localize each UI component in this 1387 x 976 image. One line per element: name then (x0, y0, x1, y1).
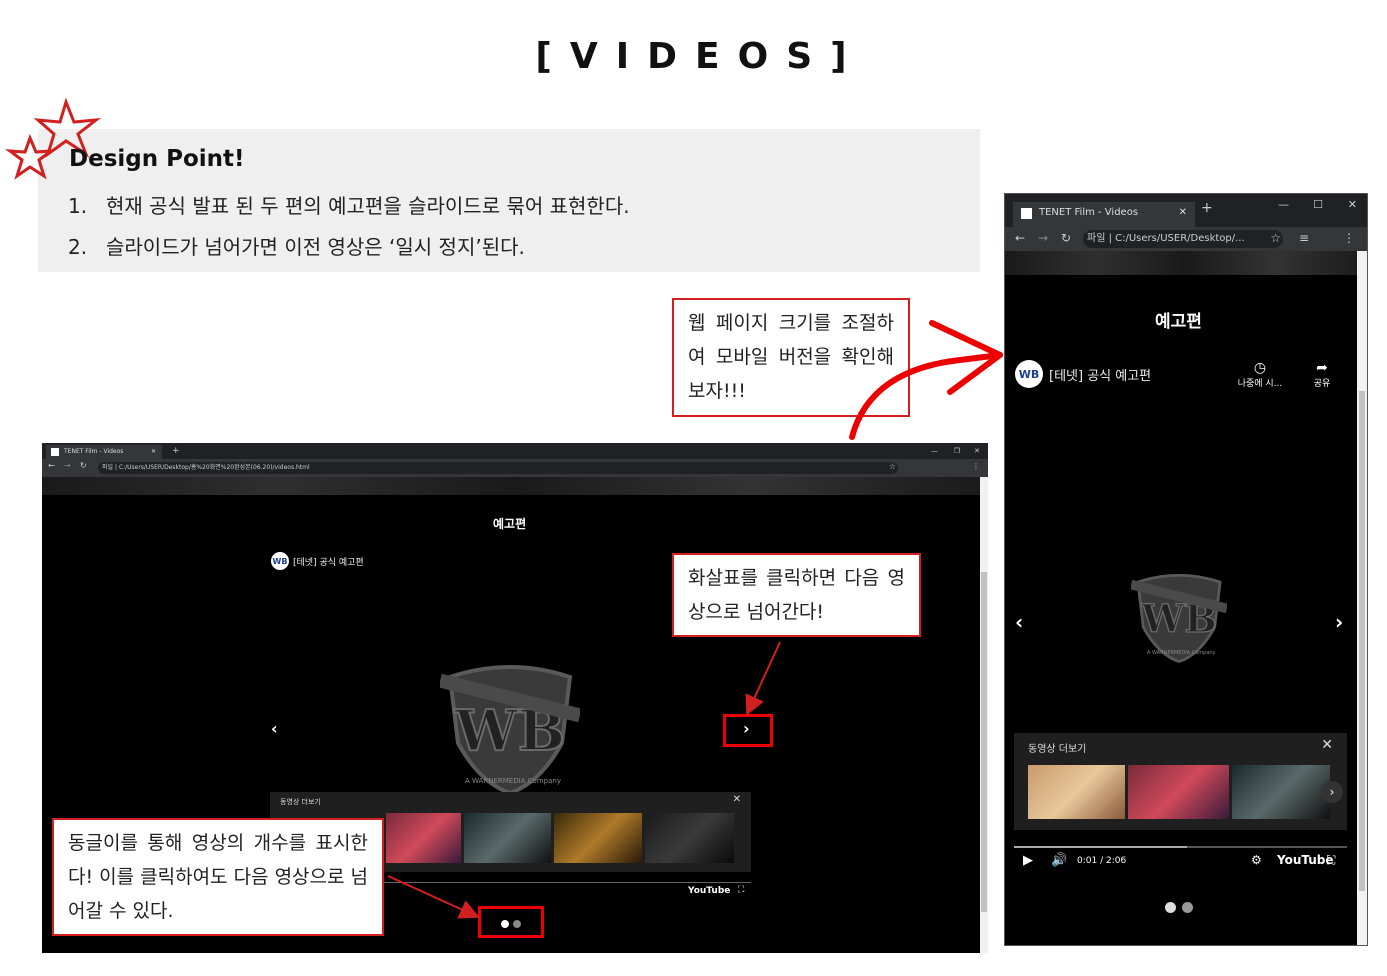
design-point-item: 1. 현재 공식 발표 된 두 편의 예고편을 슬라이드로 묶어 표현한다. (68, 194, 630, 218)
page-scrollbar[interactable] (1357, 251, 1367, 945)
video-thumbnail[interactable] (1128, 765, 1229, 819)
dots-highlight (478, 906, 544, 938)
url-field[interactable]: 파일 | C:/Users/USER/Desktop/... (1083, 230, 1283, 248)
tenet-logo-icon (1021, 208, 1032, 219)
fullscreen-icon[interactable]: ⛶ (738, 885, 744, 895)
tab-bar: TENET Film - Videos ✕ + — ☐ ✕ (1005, 194, 1367, 227)
thumbnail-next-icon[interactable]: › (1321, 781, 1343, 803)
back-icon[interactable]: ← (48, 461, 55, 470)
slide-canvas: [VIDEOS] Design Point! 1. 현재 공식 발표 된 두 편의… (0, 0, 1387, 976)
video-thumbnail[interactable] (386, 813, 461, 863)
dots-callout: 동글이를 통해 영상의 개수를 표시한다! 이를 클릭하여도 다음 영상으로 넘… (52, 818, 384, 936)
close-tab-icon[interactable]: ✕ (151, 445, 156, 459)
menu-icon[interactable]: ⋮ (972, 462, 980, 471)
more-videos-title: 동영상 더보기 (280, 798, 321, 806)
video-progress-bar[interactable] (1014, 846, 1347, 848)
video-thumbnail[interactable] (554, 813, 642, 863)
video-title[interactable]: [테넷] 공식 예고편 (293, 555, 364, 568)
design-point-item: 2. 슬라이드가 넘어가면 이전 영상은 ‘일시 정지’된다. (68, 235, 525, 259)
forward-icon[interactable]: → (1038, 231, 1048, 245)
browser-tab[interactable]: TENET Film - Videos ✕ (1013, 202, 1195, 227)
curved-arrow-head-icon (929, 320, 1003, 395)
hero-banner-strip (1005, 251, 1367, 275)
video-thumbnail[interactable] (645, 813, 734, 863)
bookmark-star-icon[interactable]: ☆ (1270, 231, 1281, 245)
maximize-icon[interactable]: ❐ (954, 443, 960, 459)
share-button[interactable]: ➦ 공유 (1305, 360, 1339, 389)
resize-callout: 웹 페이지 크기를 조절하여 모바일 버전을 확인해보자!!! (672, 298, 910, 417)
video-time: 0:01 / 2:06 (1077, 856, 1127, 866)
play-icon[interactable]: ▶ (1023, 853, 1033, 868)
wb-channel-avatar[interactable]: WB (271, 552, 289, 570)
next-arrow-highlight (723, 714, 773, 747)
slide-dot[interactable] (1182, 902, 1193, 913)
wb-channel-avatar[interactable]: WB (1015, 360, 1043, 388)
video-thumbnail[interactable] (1028, 765, 1125, 819)
video-thumbnail[interactable] (1232, 765, 1330, 819)
youtube-logo[interactable]: YouTube (1277, 853, 1334, 867)
maximize-icon[interactable]: ☐ (1313, 198, 1323, 211)
close-window-icon[interactable]: ✕ (974, 443, 980, 459)
reload-icon[interactable]: ↻ (1061, 231, 1071, 245)
page-scrollbar[interactable] (980, 477, 988, 953)
video-header[interactable]: WB [테넷] 공식 예고편 (271, 552, 364, 570)
arrow-callout: 화살표를 클릭하면 다음 영상으로 넘어간다! (672, 553, 921, 637)
thumbnail-row (386, 813, 734, 863)
thumbnail-row (1028, 765, 1330, 819)
section-title: 예고편 (493, 517, 527, 531)
address-bar: ← → ↻ 파일 | C:/Users/USER/Desktop/홈%20화면%… (42, 459, 988, 477)
minimize-icon[interactable]: — (1278, 198, 1289, 211)
youtube-logo[interactable]: YouTube (688, 886, 730, 896)
back-icon[interactable]: ← (1015, 231, 1025, 245)
share-icon: ➦ (1316, 360, 1328, 376)
new-tab-icon[interactable]: + (172, 443, 180, 459)
wb-shield-logo: WB (1131, 573, 1227, 663)
browser-tab[interactable]: TENET Film - Videos ✕ (46, 445, 162, 459)
video-thumbnail[interactable] (464, 813, 551, 863)
close-tab-icon[interactable]: ✕ (1179, 202, 1187, 224)
hero-banner-strip (42, 477, 988, 495)
star-doodle-icon (5, 97, 101, 180)
menu-icon[interactable]: ⋮ (1343, 231, 1355, 245)
wb-shield-logo: WB (440, 665, 580, 795)
tab-bar: TENET Film - Videos ✕ + — ❐ ✕ (42, 443, 988, 459)
minimize-icon[interactable]: — (931, 443, 938, 459)
settings-icon[interactable]: ⚙ (1251, 853, 1262, 867)
more-videos-title: 동영상 더보기 (1028, 744, 1087, 755)
wb-company-text: A WARNERMEDIA Company (465, 777, 561, 785)
new-tab-icon[interactable]: + (1201, 200, 1213, 216)
forward-icon[interactable]: → (64, 461, 71, 470)
section-title: 예고편 (1155, 312, 1202, 332)
more-videos-panel: 동영상 더보기 ✕ › (1014, 733, 1347, 830)
tenet-logo-icon (51, 448, 59, 456)
next-arrow-button[interactable]: › (1335, 610, 1343, 634)
bookmark-star-icon[interactable]: ☆ (889, 462, 896, 471)
video-header[interactable]: WB [테넷] 공식 예고편 (1015, 360, 1151, 388)
wb-company-text: A WARNERMEDIA Company (1147, 650, 1216, 656)
video-title[interactable]: [테넷] 공식 예고편 (1049, 365, 1151, 384)
design-point-heading: Design Point! (69, 146, 245, 172)
page-title: [VIDEOS] (535, 36, 865, 77)
slide-dot-active[interactable] (1165, 902, 1176, 913)
clock-icon: ◷ (1253, 360, 1267, 376)
close-icon[interactable]: ✕ (733, 794, 741, 805)
prev-arrow-button[interactable]: ‹ (271, 719, 278, 738)
close-window-icon[interactable]: ✕ (1348, 198, 1357, 211)
url-field[interactable]: 파일 | C:/Users/USER/Desktop/홈%20화면%20완성본(… (98, 462, 898, 474)
reload-icon[interactable]: ↻ (80, 461, 87, 470)
watch-later-button[interactable]: ◷ 나중에 시... (1235, 360, 1285, 389)
close-icon[interactable]: ✕ (1321, 737, 1333, 753)
mobile-browser-screenshot: TENET Film - Videos ✕ + — ☐ ✕ ← → ↻ 파일 |… (1004, 193, 1368, 946)
volume-icon[interactable]: 🔊 (1051, 853, 1067, 868)
prev-arrow-button[interactable]: ‹ (1015, 610, 1023, 634)
fullscreen-icon[interactable]: ⛶ (1327, 853, 1335, 868)
address-bar: ← → ↻ 파일 | C:/Users/USER/Desktop/... ☆ ≡… (1005, 227, 1367, 251)
reading-list-icon[interactable]: ≡ (1299, 231, 1309, 245)
